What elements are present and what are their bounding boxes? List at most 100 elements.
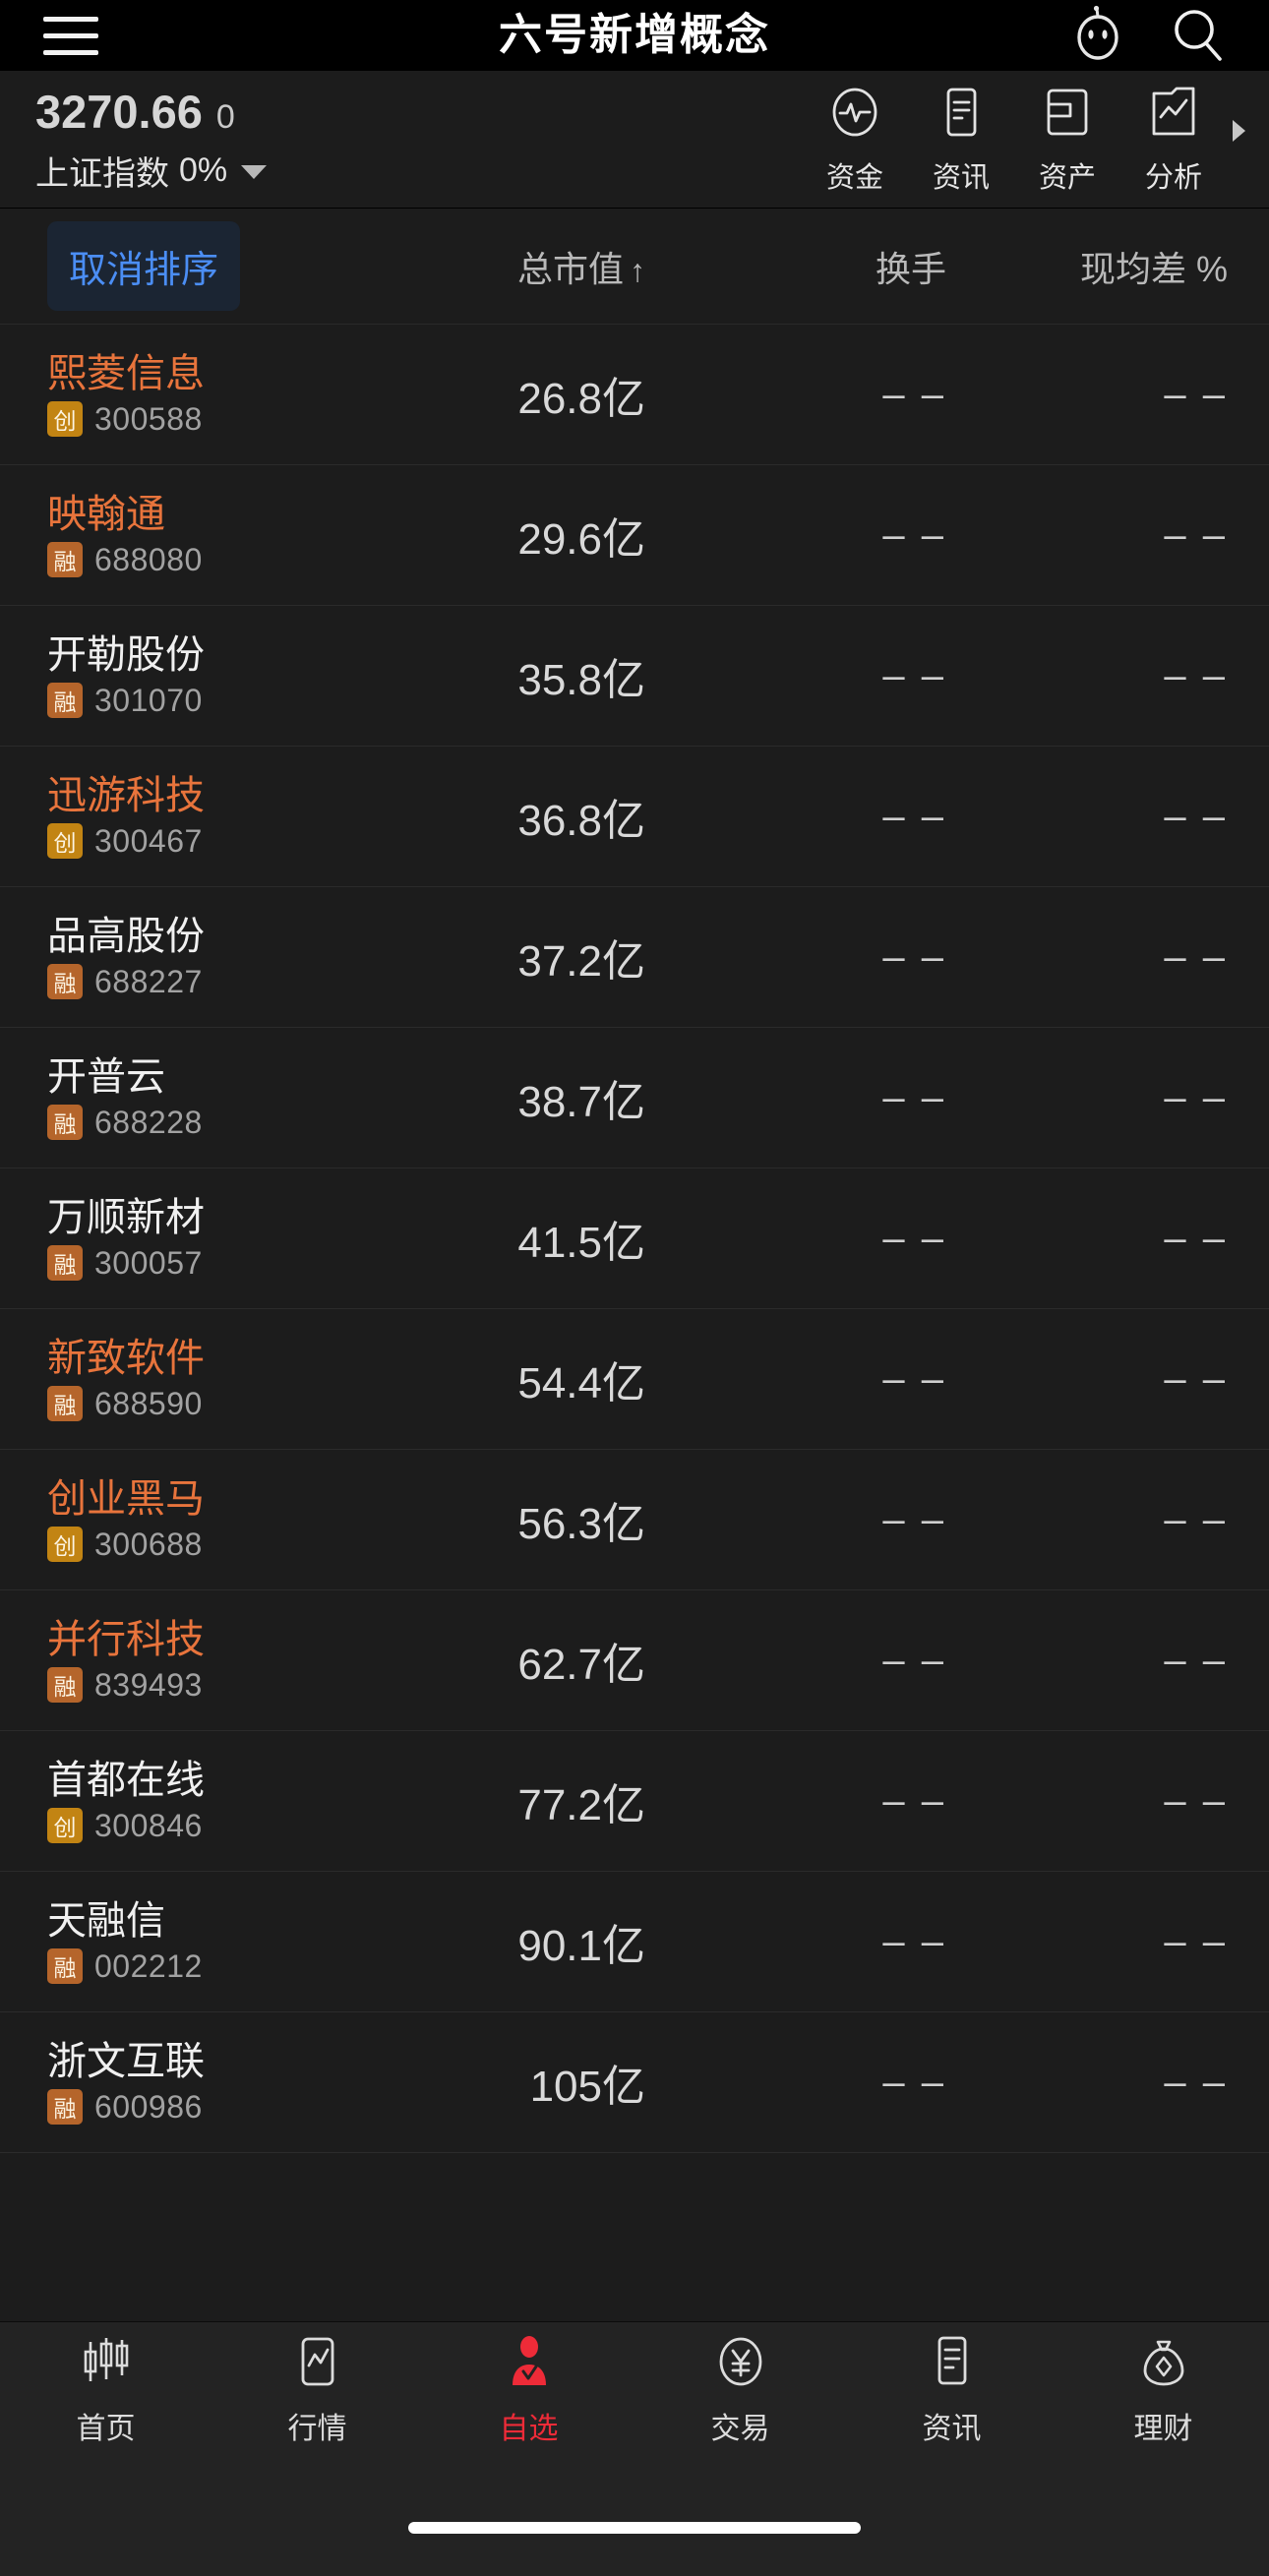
table-row[interactable]: 开普云融 688228 38.7亿 – – – – xyxy=(0,1028,1269,1168)
cell-market-cap: 37.2亿 xyxy=(382,926,728,988)
cancel-sort-button[interactable]: 取消排序 xyxy=(47,221,241,311)
quick-action-assets[interactable]: 资产 xyxy=(1014,84,1120,196)
cell-market-cap: 105亿 xyxy=(382,2051,728,2114)
cell-market-cap: 41.5亿 xyxy=(382,1207,728,1270)
table-row[interactable]: 开勒股份融 301070 35.8亿 – – – – xyxy=(0,606,1269,747)
chevron-right-icon[interactable] xyxy=(1233,119,1245,142)
market-cap-value: 90.1亿 xyxy=(517,1922,645,1970)
cell-stock-identity: 迅游科技创 300467 xyxy=(0,774,382,860)
robot-icon[interactable] xyxy=(1066,4,1129,67)
home-indicator-area xyxy=(0,2479,1269,2576)
stock-code: 300688 xyxy=(94,1526,203,1562)
turnover-value: – – xyxy=(882,1497,946,1541)
market-cap-value: 29.6亿 xyxy=(517,515,645,564)
quick-action-funds[interactable]: 资金 xyxy=(802,84,908,196)
margin-trading-badge: 融 xyxy=(47,1948,83,1984)
tab-watchlist[interactable]: 自选 xyxy=(423,2336,634,2447)
wallet-icon xyxy=(1039,84,1096,146)
cell-market-cap: 54.4亿 xyxy=(382,1348,728,1410)
stock-name: 开普云 xyxy=(47,1054,165,1099)
home-indicator[interactable] xyxy=(408,2521,861,2534)
candlestick-icon xyxy=(77,2336,136,2396)
stock-code: 600986 xyxy=(94,2088,203,2125)
cell-avg-diff: – – xyxy=(986,1779,1269,1824)
table-row[interactable]: 品高股份融 688227 37.2亿 – – – – xyxy=(0,887,1269,1028)
cell-stock-identity: 浙文互联融 600986 xyxy=(0,2040,382,2126)
search-icon[interactable] xyxy=(1167,4,1230,67)
table-row[interactable]: 创业黑马创 300688 56.3亿 – – – – xyxy=(0,1450,1269,1590)
stock-list[interactable]: 熙菱信息创 300588 26.8亿 – – – – 映翰通融 688080 29.6亿 – –… xyxy=(0,325,1269,2321)
quick-action-news[interactable]: 资讯 xyxy=(908,84,1014,196)
quick-actions: 资金 资讯 资产 分析 xyxy=(802,84,1269,196)
header-cell-actions: 取消排序 xyxy=(0,221,382,311)
stock-code: 301070 xyxy=(94,682,203,718)
market-chart-icon xyxy=(290,2336,345,2396)
tab-trade[interactable]: 交易 xyxy=(634,2336,846,2447)
cell-market-cap: 38.7亿 xyxy=(382,1066,728,1129)
cell-turnover: – – xyxy=(728,1498,986,1542)
cell-avg-diff: – – xyxy=(986,1920,1269,1964)
index-quick-action-bar: 3270.66 0 上证指数 0% 资金 资讯 资产 分析 xyxy=(0,71,1269,209)
chuang-board-badge: 创 xyxy=(47,401,83,437)
cell-stock-identity: 并行科技融 839493 xyxy=(0,1618,382,1704)
tab-finance[interactable]: 理财 xyxy=(1058,2336,1269,2447)
table-row[interactable]: 迅游科技创 300467 36.8亿 – – – – xyxy=(0,747,1269,887)
cell-turnover: – – xyxy=(728,935,986,980)
cell-market-cap: 56.3亿 xyxy=(382,1488,728,1551)
table-row[interactable]: 浙文互联融 600986 105亿 – – – – xyxy=(0,2012,1269,2153)
cell-stock-identity: 新致软件融 688590 xyxy=(0,1337,382,1422)
cell-avg-diff: – – xyxy=(986,1498,1269,1542)
quick-action-label: 资产 xyxy=(1038,161,1096,194)
news-document-icon xyxy=(933,84,990,146)
tab-market[interactable]: 行情 xyxy=(212,2336,423,2447)
stock-code-line: 融 688228 xyxy=(47,1105,382,1141)
table-row[interactable]: 万顺新材融 300057 41.5亿 – – – – xyxy=(0,1168,1269,1309)
index-name-row[interactable]: 上证指数 0% xyxy=(35,147,374,195)
quick-action-analysis[interactable]: 分析 xyxy=(1120,84,1227,196)
index-summary[interactable]: 3270.66 0 上证指数 0% xyxy=(0,85,374,195)
cell-turnover: – – xyxy=(728,1076,986,1120)
stock-name: 迅游科技 xyxy=(47,773,205,817)
market-cap-value: 41.5亿 xyxy=(517,1219,645,1267)
tab-news[interactable]: 资讯 xyxy=(846,2336,1058,2447)
header-cell-avg-diff[interactable]: 现均差 % xyxy=(986,241,1269,292)
avg-diff-value: – – xyxy=(1164,1778,1228,1823)
avg-diff-value: – – xyxy=(1164,1356,1228,1401)
chevron-down-icon[interactable] xyxy=(241,165,268,179)
stock-code: 300057 xyxy=(94,1244,203,1281)
hamburger-line xyxy=(43,16,98,22)
chuang-board-badge: 创 xyxy=(47,823,83,859)
cell-turnover: – – xyxy=(728,1639,986,1683)
stock-code: 839493 xyxy=(94,1666,203,1703)
cell-turnover: – – xyxy=(728,1357,986,1402)
stock-name: 开勒股份 xyxy=(47,632,205,677)
stock-name: 首都在线 xyxy=(47,1758,205,1802)
stock-code-line: 融 300057 xyxy=(47,1245,382,1282)
turnover-value: – – xyxy=(882,512,946,557)
cell-avg-diff: – – xyxy=(986,795,1269,839)
hamburger-menu-icon[interactable] xyxy=(24,16,118,55)
tab-home[interactable]: 首页 xyxy=(0,2336,212,2447)
cell-turnover: – – xyxy=(728,373,986,417)
top-navigation-bar: 六号新增概念 xyxy=(0,0,1269,71)
header-cell-market-cap[interactable]: 总市值 ↑ xyxy=(382,241,728,292)
table-row[interactable]: 新致软件融 688590 54.4亿 – – – – xyxy=(0,1309,1269,1450)
tab-label: 资讯 xyxy=(922,2413,982,2445)
cell-stock-identity: 品高股份融 688227 xyxy=(0,915,382,1000)
table-row[interactable]: 首都在线创 300846 77.2亿 – – – – xyxy=(0,1731,1269,1872)
avg-diff-value: – – xyxy=(1164,1919,1228,1963)
table-row[interactable]: 天融信融 002212 90.1亿 – – – – xyxy=(0,1872,1269,2012)
tab-label: 行情 xyxy=(287,2413,347,2445)
table-row[interactable]: 并行科技融 839493 62.7亿 – – – – xyxy=(0,1590,1269,1731)
cell-avg-diff: – – xyxy=(986,654,1269,698)
avg-diff-value: – – xyxy=(1164,372,1228,416)
tab-label: 理财 xyxy=(1133,2413,1193,2445)
table-row[interactable]: 映翰通融 688080 29.6亿 – – – – xyxy=(0,465,1269,606)
market-cap-value: 36.8亿 xyxy=(517,797,645,845)
turnover-value: – – xyxy=(882,372,946,416)
cell-turnover: – – xyxy=(728,1779,986,1824)
stock-code-line: 创 300467 xyxy=(47,823,382,860)
cell-stock-identity: 映翰通融 688080 xyxy=(0,493,382,578)
table-row[interactable]: 熙菱信息创 300588 26.8亿 – – – – xyxy=(0,325,1269,465)
header-cell-turnover[interactable]: 换手 xyxy=(728,241,986,292)
